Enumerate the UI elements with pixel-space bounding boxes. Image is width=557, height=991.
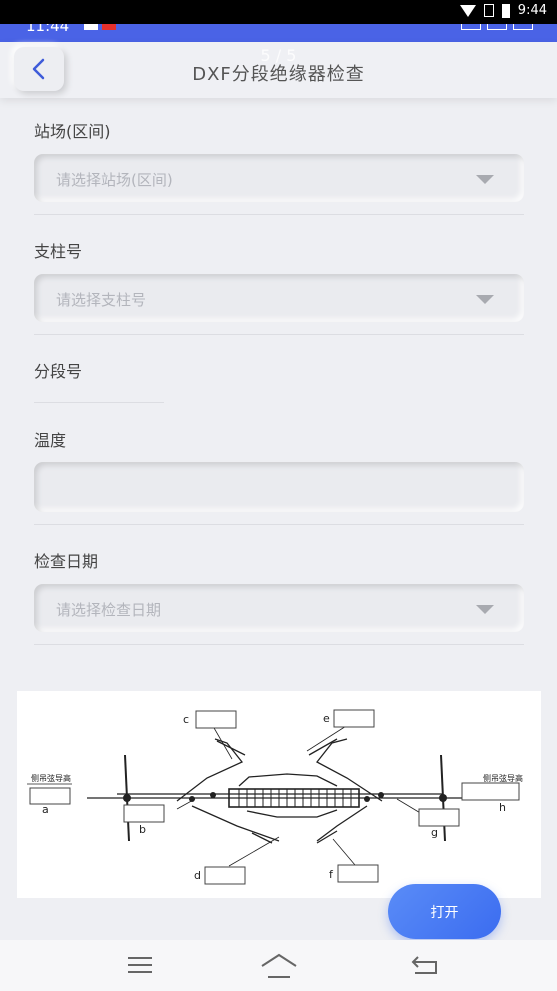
notification-icons	[84, 24, 116, 30]
letter-d: d	[194, 869, 201, 882]
station-select[interactable]: 请选择站场(区间)	[34, 154, 524, 202]
letter-g: g	[431, 826, 438, 839]
system-nav-bar	[0, 940, 557, 991]
letter-e: e	[323, 712, 330, 725]
battery-icon	[501, 3, 510, 18]
value-box-h	[461, 782, 520, 801]
wifi-icon	[459, 4, 476, 17]
letter-f: f	[329, 868, 334, 881]
page-title: DXF分段绝缘器检查	[192, 64, 365, 85]
letter-c: c	[183, 713, 189, 726]
back-icon[interactable]	[410, 952, 440, 978]
pole-label: 支柱号	[34, 242, 83, 261]
inspect-date-label: 检查日期	[34, 552, 99, 571]
letter-h: h	[499, 801, 506, 814]
dropdown-arrow-icon	[476, 605, 494, 614]
divider	[34, 334, 524, 335]
divider	[34, 402, 164, 403]
open-button[interactable]: 打开	[388, 884, 501, 939]
divider	[34, 214, 524, 215]
right-caption: 侧吊弦导高	[483, 773, 523, 783]
inspect-date-select[interactable]: 请选择检查日期	[34, 584, 524, 632]
dropdown-arrow-icon	[476, 295, 494, 304]
value-box-d	[204, 866, 246, 885]
divider	[34, 524, 524, 525]
temperature-input[interactable]	[34, 462, 524, 512]
app-clock: 11:44	[26, 24, 70, 35]
value-box-b	[123, 804, 165, 823]
temperature-label: 温度	[34, 431, 67, 450]
letter-a: a	[42, 803, 49, 816]
signal-icons	[461, 24, 533, 30]
station-placeholder: 请选择站场(区间)	[56, 171, 173, 189]
divider	[34, 644, 524, 645]
section-insulator-drawing: 侧吊弦导高 侧吊弦导高 a b c d e f g h	[27, 709, 523, 885]
station-label: 站场(区间)	[34, 122, 111, 141]
system-clock: 9:44	[517, 3, 547, 18]
letter-b: b	[139, 823, 146, 836]
insulator-diagram: 侧吊弦导高 侧吊弦导高 a b c d e f g h	[17, 691, 541, 898]
menu-icon[interactable]	[126, 952, 154, 978]
value-box-a	[29, 787, 71, 805]
left-caption: 侧吊弦导高	[31, 773, 71, 783]
value-box-f	[337, 864, 379, 883]
app-status-strip: 11:44	[0, 24, 557, 42]
pole-select[interactable]: 请选择支柱号	[34, 274, 524, 322]
system-status-bar: 9:44	[0, 0, 557, 24]
home-icon[interactable]	[260, 952, 298, 980]
value-box-e	[333, 709, 375, 728]
page-header: 5 / 5 DXF分段绝缘器检查	[0, 42, 557, 98]
inspect-date-placeholder: 请选择检查日期	[56, 601, 162, 619]
pole-placeholder: 请选择支柱号	[56, 291, 147, 309]
value-box-c	[195, 710, 237, 729]
no-sim-icon	[483, 4, 494, 17]
section-label: 分段号	[34, 362, 83, 381]
value-box-g	[418, 808, 460, 827]
dropdown-arrow-icon	[476, 175, 494, 184]
